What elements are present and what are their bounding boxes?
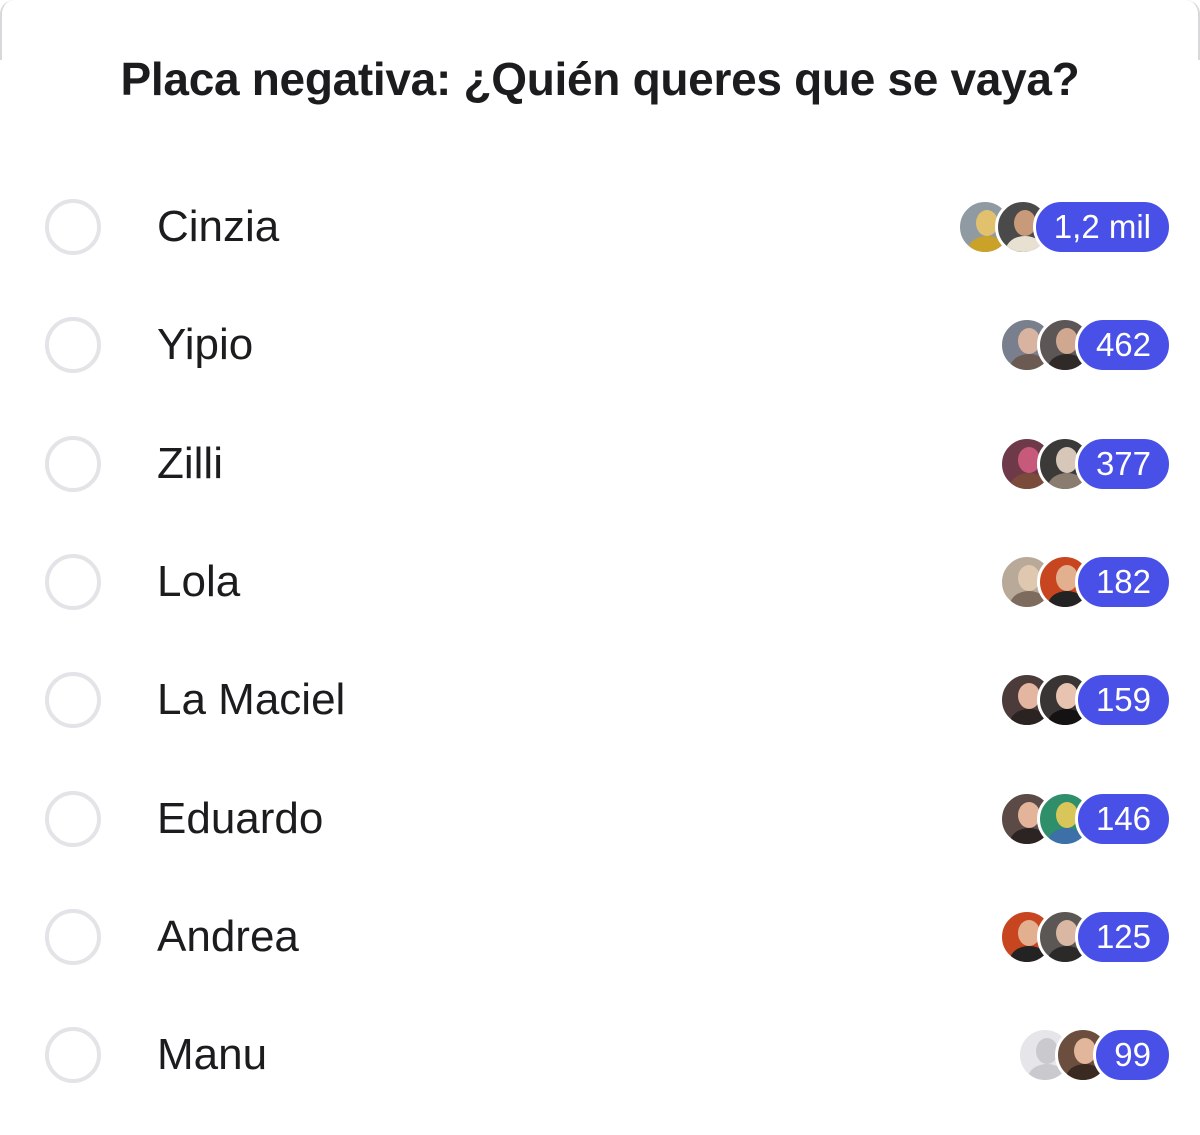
vote-count-badge[interactable]: 182 [1074, 554, 1172, 611]
voters-group[interactable]: 146 [998, 790, 1172, 847]
option-label: Eduardo [157, 793, 324, 843]
poll-title: Placa negativa: ¿Quién queres que se vay… [120, 53, 1080, 105]
vote-count-badge[interactable]: 99 [1093, 1027, 1172, 1084]
radio-button[interactable] [45, 554, 101, 611]
poll-option[interactable]: Zilli 377 [0, 405, 1200, 523]
poll-option[interactable]: Yipio 462 [0, 286, 1200, 404]
voters-group[interactable]: 462 [998, 317, 1172, 374]
poll-option[interactable]: Eduardo 146 [0, 759, 1200, 877]
radio-button[interactable] [45, 908, 101, 965]
poll-option[interactable]: Cinzia 1,2 mil [0, 168, 1200, 286]
option-label: Yipio [157, 320, 254, 370]
option-label: Cinzia [157, 202, 280, 252]
voters-group[interactable]: 159 [998, 672, 1172, 729]
radio-button[interactable] [45, 790, 101, 847]
voters-group[interactable]: 377 [998, 435, 1172, 492]
poll-option[interactable]: La Maciel 159 [0, 641, 1200, 759]
vote-count-badge[interactable]: 377 [1074, 435, 1172, 492]
vote-count-badge[interactable]: 125 [1074, 908, 1172, 965]
option-label: La Maciel [157, 675, 346, 725]
voters-group[interactable]: 1,2 mil [956, 199, 1172, 256]
radio-button[interactable] [45, 672, 101, 729]
option-label: Manu [157, 1030, 268, 1080]
radio-button[interactable] [45, 317, 101, 374]
poll-options: Cinzia 1,2 mil Yipio 462 Zilli 377 Lola 182 La M… [0, 168, 1200, 1114]
option-label: Andrea [157, 911, 299, 961]
option-label: Zilli [157, 438, 223, 488]
radio-button[interactable] [45, 199, 101, 256]
radio-button[interactable] [45, 435, 101, 492]
card-border-right [1184, 0, 1200, 60]
vote-count-badge[interactable]: 146 [1074, 790, 1172, 847]
poll-card: Placa negativa: ¿Quién queres que se vay… [0, 0, 1200, 1135]
vote-count-badge[interactable]: 462 [1074, 317, 1172, 374]
option-label: Lola [157, 557, 241, 607]
vote-count-badge[interactable]: 159 [1074, 672, 1172, 729]
card-border-left [0, 0, 16, 60]
voters-group[interactable]: 99 [1017, 1027, 1172, 1084]
poll-option[interactable]: Manu 99 [0, 996, 1200, 1114]
radio-button[interactable] [45, 1027, 101, 1084]
voters-group[interactable]: 182 [998, 554, 1172, 611]
voters-group[interactable]: 125 [998, 908, 1172, 965]
vote-count-badge[interactable]: 1,2 mil [1032, 199, 1172, 256]
poll-option[interactable]: Lola 182 [0, 523, 1200, 641]
poll-option[interactable]: Andrea 125 [0, 878, 1200, 996]
